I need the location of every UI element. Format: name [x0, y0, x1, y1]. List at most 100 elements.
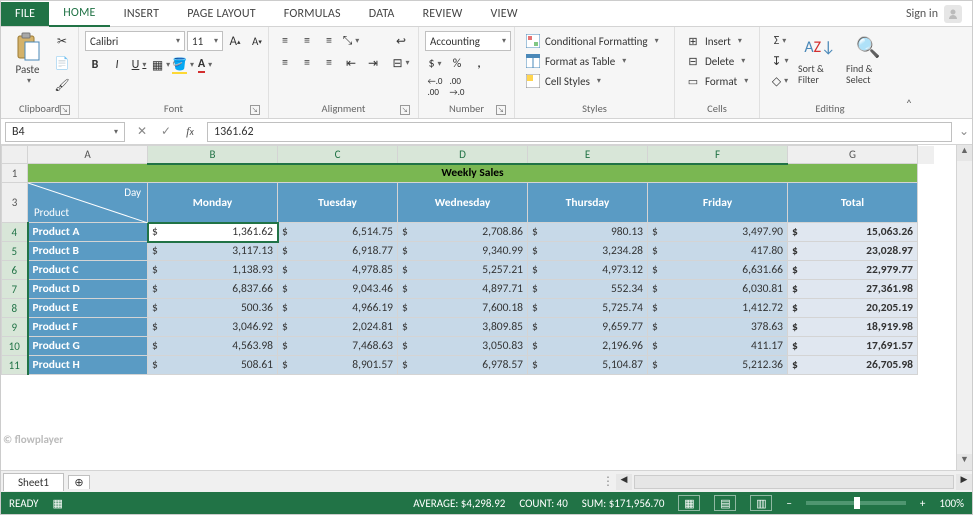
insert-cells-button[interactable]: ⊞Insert▾ — [681, 31, 746, 51]
sheet-tab-1[interactable]: Sheet1 — [3, 473, 64, 491]
scroll-down-icon[interactable]: ▼ — [957, 454, 972, 470]
borders-button[interactable]: ▦▾ — [151, 55, 171, 75]
decrease-decimal-button[interactable]: .00→.0 — [447, 77, 467, 97]
tab-view[interactable]: VIEW — [477, 2, 532, 26]
cell-F6[interactable]: $6,631.66 — [648, 261, 788, 280]
collapse-ribbon-button[interactable]: ˄ — [900, 98, 918, 118]
col-header-B[interactable]: B — [148, 146, 278, 164]
header-thursday[interactable]: Thursday — [528, 183, 648, 223]
page-layout-view-button[interactable]: ▤ — [714, 495, 736, 511]
cell-B11[interactable]: $508.61 — [148, 356, 278, 375]
cell-B8[interactable]: $500.36 — [148, 299, 278, 318]
tab-home[interactable]: HOME — [49, 1, 109, 27]
insert-function-button[interactable]: fx — [179, 122, 201, 142]
cell-D8[interactable]: $7,600.18 — [398, 299, 528, 318]
find-select-button[interactable]: 🔍 Find & Select — [846, 31, 890, 85]
header-wednesday[interactable]: Wednesday — [398, 183, 528, 223]
align-middle-button[interactable]: ≡ — [297, 31, 317, 51]
cell-D4[interactable]: $2,708.86 — [398, 223, 528, 242]
cell-F11[interactable]: $5,212.36 — [648, 356, 788, 375]
cell-D6[interactable]: $5,257.21 — [398, 261, 528, 280]
cell-A10[interactable]: Product G — [28, 337, 148, 356]
font-name-combo[interactable]: Calibri▾ — [85, 31, 185, 51]
zoom-in-button[interactable]: + — [920, 497, 925, 510]
cancel-formula-button[interactable]: ✕ — [131, 122, 153, 142]
merge-button[interactable]: ⊟▾ — [387, 53, 415, 73]
cell-G4[interactable]: $15,063.26 — [788, 223, 918, 242]
clear-button[interactable]: ◇▾ — [766, 71, 794, 91]
cell-B7[interactable]: $6,837.66 — [148, 280, 278, 299]
cell-styles-button[interactable]: Cell Styles▾ — [521, 71, 605, 91]
autosum-button[interactable]: Σ▾ — [766, 31, 794, 51]
header-diagonal[interactable]: Day Product — [28, 183, 148, 223]
underline-button[interactable]: U▾ — [129, 55, 149, 75]
copy-button[interactable]: 📄 — [52, 53, 72, 73]
cell-C6[interactable]: $4,978.85 — [278, 261, 398, 280]
zoom-slider[interactable] — [806, 501, 906, 505]
clipboard-launcher[interactable]: ↘ — [60, 105, 70, 115]
cell-C5[interactable]: $6,918.77 — [278, 242, 398, 261]
wrap-text-button[interactable]: ↩ — [387, 31, 415, 51]
cell-B5[interactable]: $3,117.13 — [148, 242, 278, 261]
cell-A11[interactable]: Product H — [28, 356, 148, 375]
font-color-button[interactable]: A▾ — [195, 55, 215, 75]
cell-A7[interactable]: Product D — [28, 280, 148, 299]
select-all-corner[interactable] — [2, 146, 28, 164]
name-box[interactable]: B4▾ — [5, 122, 125, 142]
macro-record-icon[interactable]: ▦ — [53, 497, 63, 510]
signin[interactable]: Sign in — [896, 5, 972, 23]
zoom-out-button[interactable]: − — [786, 497, 791, 510]
cell-F5[interactable]: $417.80 — [648, 242, 788, 261]
new-sheet-button[interactable]: ⊕ — [68, 475, 90, 489]
increase-decimal-button[interactable]: ←.0.00 — [425, 77, 445, 97]
fill-button[interactable]: ↧▾ — [766, 51, 794, 71]
normal-view-button[interactable]: ▦ — [678, 495, 700, 511]
hscroll-left[interactable]: ◀ — [616, 474, 632, 490]
cell-A8[interactable]: Product E — [28, 299, 148, 318]
header-friday[interactable]: Friday — [648, 183, 788, 223]
cell-A9[interactable]: Product F — [28, 318, 148, 337]
cell-C10[interactable]: $7,468.63 — [278, 337, 398, 356]
conditional-formatting-button[interactable]: Conditional Formatting▾ — [521, 31, 663, 51]
cell-D10[interactable]: $3,050.83 — [398, 337, 528, 356]
scroll-up-icon[interactable]: ▲ — [957, 145, 972, 161]
cell-G6[interactable]: $22,979.77 — [788, 261, 918, 280]
col-header-A[interactable]: A — [28, 146, 148, 164]
row-header-8[interactable]: 8 — [2, 299, 28, 318]
cell-E11[interactable]: $5,104.87 — [528, 356, 648, 375]
cell-G9[interactable]: $18,919.98 — [788, 318, 918, 337]
row-header-6[interactable]: 6 — [2, 261, 28, 280]
cell-E6[interactable]: $4,973.12 — [528, 261, 648, 280]
formula-input[interactable]: 1361.62 — [207, 122, 952, 142]
cell-C11[interactable]: $8,901.57 — [278, 356, 398, 375]
cell-A4[interactable]: Product A — [28, 223, 148, 242]
cell-C8[interactable]: $4,966.19 — [278, 299, 398, 318]
indent-decrease-button[interactable]: ⇤ — [341, 53, 361, 73]
cell-D11[interactable]: $6,978.57 — [398, 356, 528, 375]
delete-cells-button[interactable]: ⊟Delete▾ — [681, 51, 749, 71]
cell-G8[interactable]: $20,205.19 — [788, 299, 918, 318]
cell-B9[interactable]: $3,046.92 — [148, 318, 278, 337]
cut-button[interactable]: ✂ — [52, 31, 72, 51]
format-painter-button[interactable]: 🖌 — [52, 75, 72, 95]
cell-E8[interactable]: $5,725.74 — [528, 299, 648, 318]
row-header-3[interactable]: 3 — [2, 183, 28, 223]
format-as-table-button[interactable]: Format as Table▾ — [521, 51, 630, 71]
comma-button[interactable]: , — [469, 54, 489, 74]
number-format-combo[interactable]: Accounting▾ — [425, 31, 511, 51]
grow-font-button[interactable]: A▴ — [225, 31, 245, 51]
cell-A6[interactable]: Product C — [28, 261, 148, 280]
tab-data[interactable]: DATA — [355, 2, 409, 26]
row-header-4[interactable]: 4 — [2, 223, 28, 242]
row-header-5[interactable]: 5 — [2, 242, 28, 261]
col-header-G[interactable]: G — [788, 146, 918, 164]
cell-E10[interactable]: $2,196.96 — [528, 337, 648, 356]
hscroll-right[interactable]: ▶ — [956, 474, 972, 490]
cell-D9[interactable]: $3,809.85 — [398, 318, 528, 337]
title-cell[interactable]: Weekly Sales — [28, 164, 918, 183]
cell-G11[interactable]: $26,705.98 — [788, 356, 918, 375]
row-header-11[interactable]: 11 — [2, 356, 28, 375]
align-bottom-button[interactable]: ≡ — [319, 31, 339, 51]
vertical-scrollbar[interactable]: ▲ ▼ — [956, 145, 972, 470]
cell-D7[interactable]: $4,897.71 — [398, 280, 528, 299]
